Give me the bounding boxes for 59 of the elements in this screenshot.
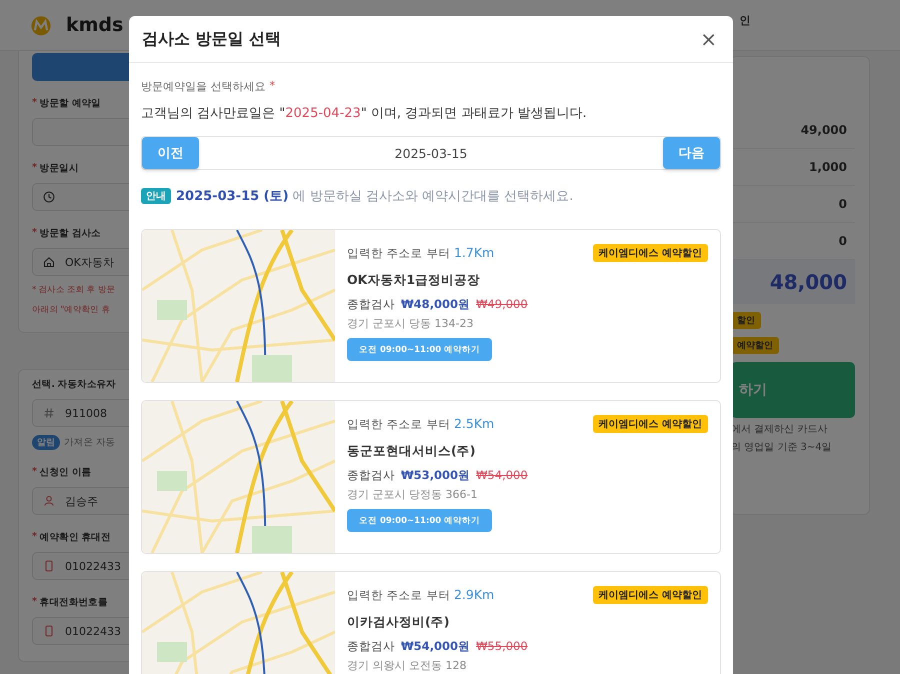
warning-note: * 검사소 조회 후 방문 — [32, 284, 116, 296]
notice-text: 가져온 자동 — [64, 436, 116, 449]
distance-text: 입력한 주소로 부터 1.7Km — [347, 245, 494, 261]
service-name: 종합검사 — [347, 468, 395, 483]
pay-button[interactable]: 하기 — [731, 362, 855, 418]
shop-address: 경기 군포시 당동 134-23 — [347, 316, 474, 331]
field-label: 예약확인 휴대전 — [40, 531, 111, 544]
required-mark: * — [270, 79, 275, 94]
discount-price: ₩53,000원 — [401, 468, 470, 483]
required-mark: * — [32, 596, 37, 609]
shop-name: 이카검사정비(주) — [347, 614, 450, 631]
discount-badge: 케이엠디에스 예약할인 — [592, 586, 708, 604]
info-text: 2025-03-15 (토) 에 방문하실 검사소와 예약시간대를 선택하세요. — [176, 188, 574, 205]
distance-text: 입력한 주소로 부터 2.5Km — [347, 416, 494, 432]
field-label: 방문일시 — [40, 162, 78, 175]
modal-title: 검사소 방문일 선택 — [142, 28, 282, 50]
original-price: ₩55,000 — [476, 639, 528, 654]
required-mark: * — [32, 162, 37, 175]
shop-address: 경기 의왕시 오전동 128 — [347, 658, 466, 673]
service-name: 종합검사 — [347, 639, 395, 654]
home-icon — [43, 256, 55, 268]
field-label: 방문예약일을 선택하세요 — [141, 79, 266, 94]
info-badge: 안내 — [141, 188, 171, 204]
discount-badge: 케이엠디에스 예약할인 — [592, 244, 708, 262]
original-price: ₩49,000 — [476, 297, 528, 312]
discount-price: ₩48,000원 — [401, 297, 470, 312]
expiry-message: 고객님의 검사만료일은 "2025-04-23" 이며, 경과되면 과태료가 발생됩니다. — [141, 105, 588, 122]
distance-text: 입력한 주소로 부터 2.9Km — [347, 587, 494, 603]
close-button[interactable]: × — [696, 27, 721, 51]
reserve-button[interactable]: 오전 09:00~11:00 예약하기 — [347, 509, 492, 532]
required-mark: * — [32, 97, 37, 110]
warning-note: 아래의 "예약확인 휴 — [32, 304, 112, 316]
discount-badge: 할인 — [731, 312, 761, 329]
field-label: 방문할 예약일 — [40, 97, 101, 110]
field-label: 신청인 이름 — [40, 466, 92, 479]
header-link[interactable]: 인 — [739, 12, 750, 28]
service-name: 종합검사 — [347, 297, 395, 312]
required-mark: * — [32, 466, 37, 479]
required-mark: * — [32, 531, 37, 544]
shop-address: 경기 군포시 당정동 366-1 — [347, 487, 478, 502]
required-mark: * — [32, 227, 37, 240]
field-label: 휴대전화번호를 — [40, 596, 108, 609]
notice-badge: 알림 — [32, 435, 60, 450]
field-label: 방문할 검사소 — [40, 227, 101, 240]
logo-text: kmds — [66, 14, 124, 36]
person-icon — [43, 495, 55, 507]
discount-badge: 예약할인 — [731, 337, 779, 354]
original-price: ₩54,000 — [476, 468, 528, 483]
phone-icon — [43, 625, 55, 637]
field-label: 선택. 자동차소유자 — [32, 378, 116, 391]
reserve-button[interactable]: 오전 09:00~11:00 예약하기 — [347, 338, 492, 361]
shop-name: OK자동차1급정비공장 — [347, 272, 480, 289]
total-amount: 48,000 — [731, 260, 855, 304]
discount-badge: 케이엠디에스 예약할인 — [592, 415, 708, 433]
clock-icon — [43, 191, 55, 203]
shop-name: 동군포현대서비스(주) — [347, 443, 476, 460]
phone-icon — [43, 560, 55, 572]
hash-icon — [43, 407, 55, 419]
discount-price: ₩54,000원 — [401, 639, 470, 654]
